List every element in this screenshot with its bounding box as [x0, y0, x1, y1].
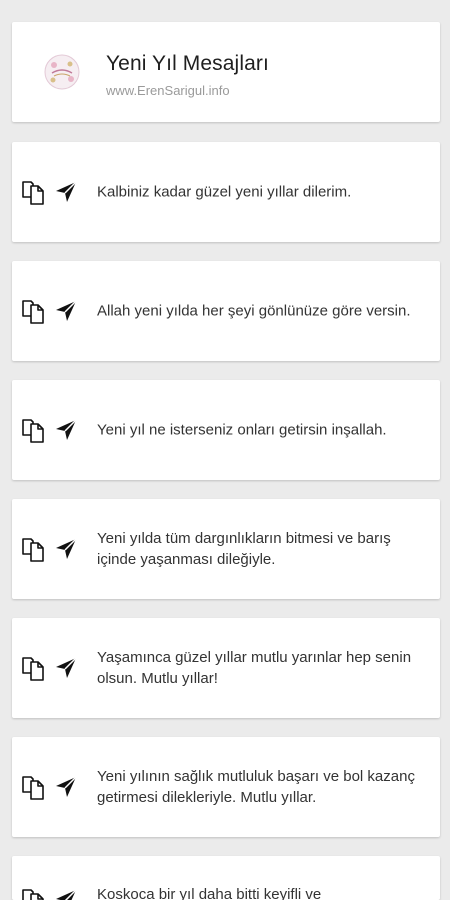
message-text[interactable]: Yeni yıl ne isterseniz onları getirsin i…	[97, 420, 432, 441]
message-text[interactable]: Koskoca bir yıl daha bitti keyifli ve	[97, 884, 432, 900]
copy-icon[interactable]	[20, 886, 48, 900]
copy-icon[interactable]	[20, 178, 48, 206]
message-text[interactable]: Kalbiniz kadar güzel yeni yıllar dilerim…	[97, 182, 432, 203]
copy-icon[interactable]	[20, 535, 48, 563]
app-website: www.ErenSarigul.info	[106, 83, 230, 98]
app-title: Yeni Yıl Mesajları	[106, 52, 269, 75]
send-icon[interactable]	[54, 418, 78, 442]
app-logo-icon	[44, 54, 80, 90]
send-icon[interactable]	[54, 656, 78, 680]
message-text[interactable]: Yeni yılının sağlık mutluluk başarı ve b…	[97, 766, 432, 808]
copy-icon[interactable]	[20, 297, 48, 325]
send-icon[interactable]	[54, 537, 78, 561]
message-card: Yeni yıl ne isterseniz onları getirsin i…	[12, 380, 440, 480]
app-header: Yeni Yıl Mesajları www.ErenSarigul.info	[12, 22, 440, 122]
message-card: Yeni yılda tüm dargınlıkların bitmesi ve…	[12, 499, 440, 599]
message-card: Yaşamınca güzel yıllar mutlu yarınlar he…	[12, 618, 440, 718]
copy-icon[interactable]	[20, 773, 48, 801]
message-card: Kalbiniz kadar güzel yeni yıllar dilerim…	[12, 142, 440, 242]
send-icon[interactable]	[54, 299, 78, 323]
message-text[interactable]: Allah yeni yılda her şeyi gönlünüze göre…	[97, 301, 432, 322]
copy-icon[interactable]	[20, 654, 48, 682]
send-icon[interactable]	[54, 775, 78, 799]
message-text[interactable]: Yeni yılda tüm dargınlıkların bitmesi ve…	[97, 528, 432, 570]
message-card: Allah yeni yılda her şeyi gönlünüze göre…	[12, 261, 440, 361]
send-icon[interactable]	[54, 888, 78, 900]
copy-icon[interactable]	[20, 416, 48, 444]
message-text[interactable]: Yaşamınca güzel yıllar mutlu yarınlar he…	[97, 647, 432, 689]
send-icon[interactable]	[54, 180, 78, 204]
message-card: Yeni yılının sağlık mutluluk başarı ve b…	[12, 737, 440, 837]
message-card: Koskoca bir yıl daha bitti keyifli ve	[12, 856, 440, 900]
